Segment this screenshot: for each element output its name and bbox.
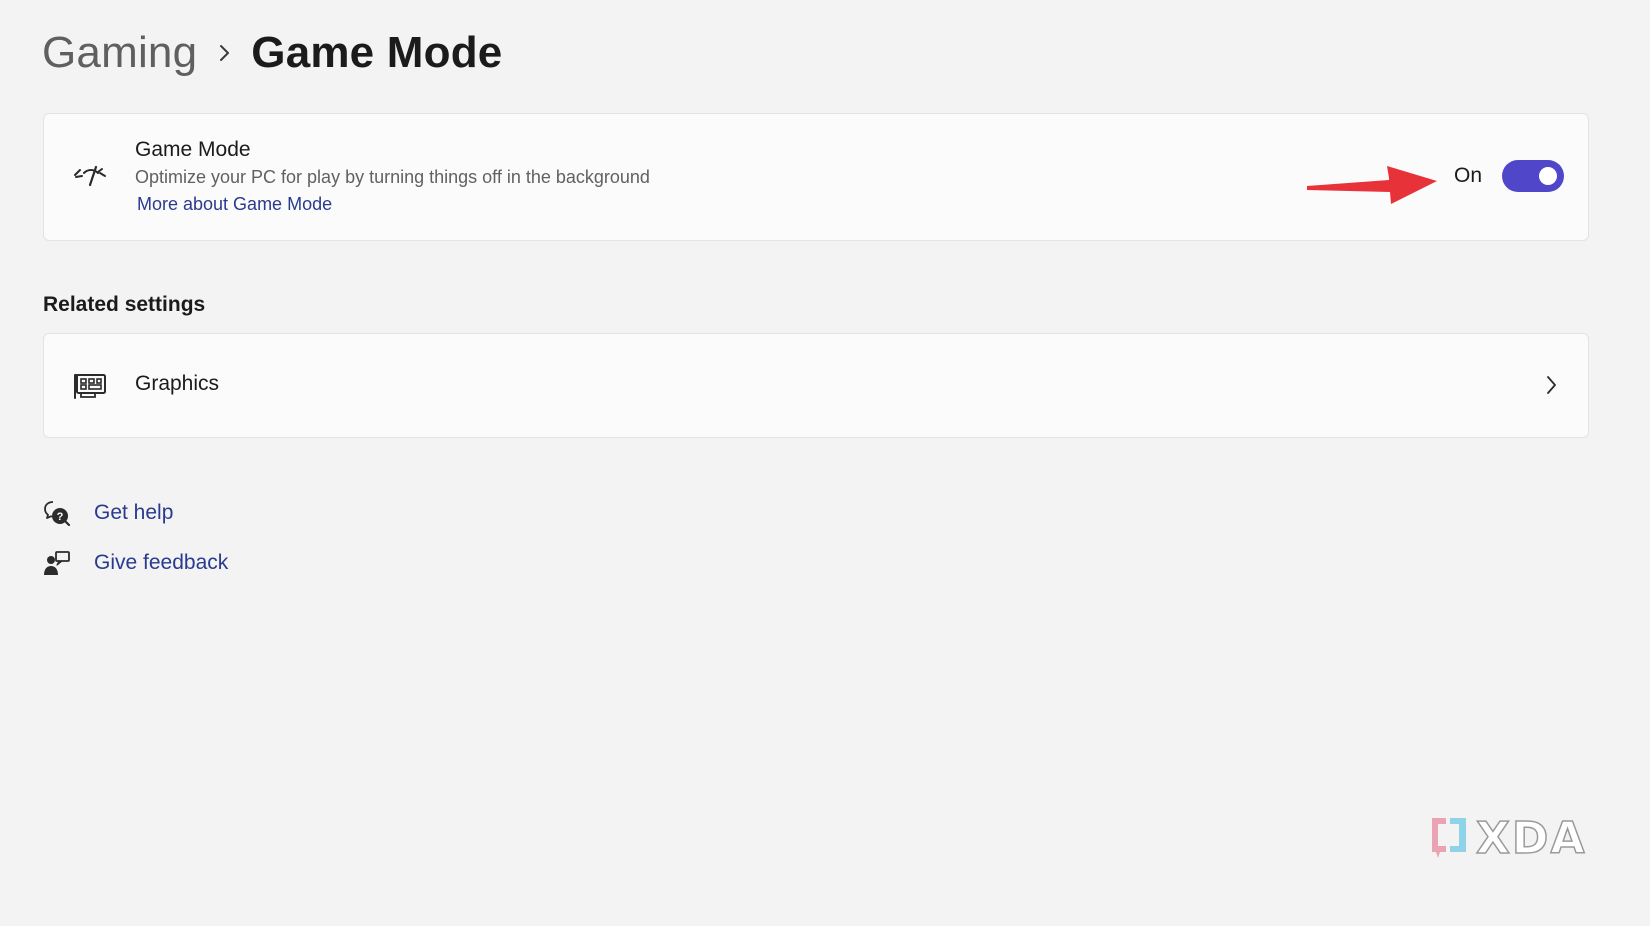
game-mode-toggle-area: On (1454, 160, 1564, 192)
breadcrumb-chevron-icon (197, 43, 251, 63)
get-help-label: Get help (94, 501, 174, 524)
help-links: ? Get help Give feedback (42, 488, 228, 588)
breadcrumb: Gaming Game Mode (42, 28, 502, 78)
page-title: Game Mode (251, 28, 503, 77)
xda-watermark: XDA (1428, 812, 1587, 865)
annotation-arrow-icon (1305, 160, 1439, 211)
game-mode-title: Game Mode (135, 138, 251, 161)
give-feedback-icon (42, 548, 72, 578)
chevron-right-icon (1544, 374, 1558, 401)
graphics-label: Graphics (135, 372, 220, 395)
xda-logo-icon (1428, 812, 1470, 865)
get-help-icon: ? (42, 498, 72, 528)
give-feedback-label: Give feedback (94, 551, 229, 574)
more-about-game-mode-link[interactable]: More about Game Mode (137, 191, 650, 218)
game-mode-gauge-icon (72, 158, 108, 194)
toggle-knob (1539, 167, 1557, 185)
give-feedback-link[interactable]: Give feedback (42, 538, 228, 588)
graphics-card-icon (72, 368, 108, 404)
game-mode-text: Game Mode Optimize your PC for play by t… (135, 136, 650, 218)
graphics-settings-item[interactable]: Graphics (43, 333, 1589, 438)
get-help-link[interactable]: ? Get help (42, 488, 228, 538)
game-mode-toggle[interactable] (1502, 160, 1564, 192)
xda-watermark-text: XDA (1475, 812, 1587, 865)
game-mode-description: Optimize your PC for play by turning thi… (135, 167, 650, 187)
breadcrumb-gaming[interactable]: Gaming (42, 28, 197, 78)
toggle-state-label: On (1453, 164, 1482, 187)
svg-text:?: ? (57, 511, 64, 523)
related-settings-heading: Related settings (43, 293, 206, 316)
